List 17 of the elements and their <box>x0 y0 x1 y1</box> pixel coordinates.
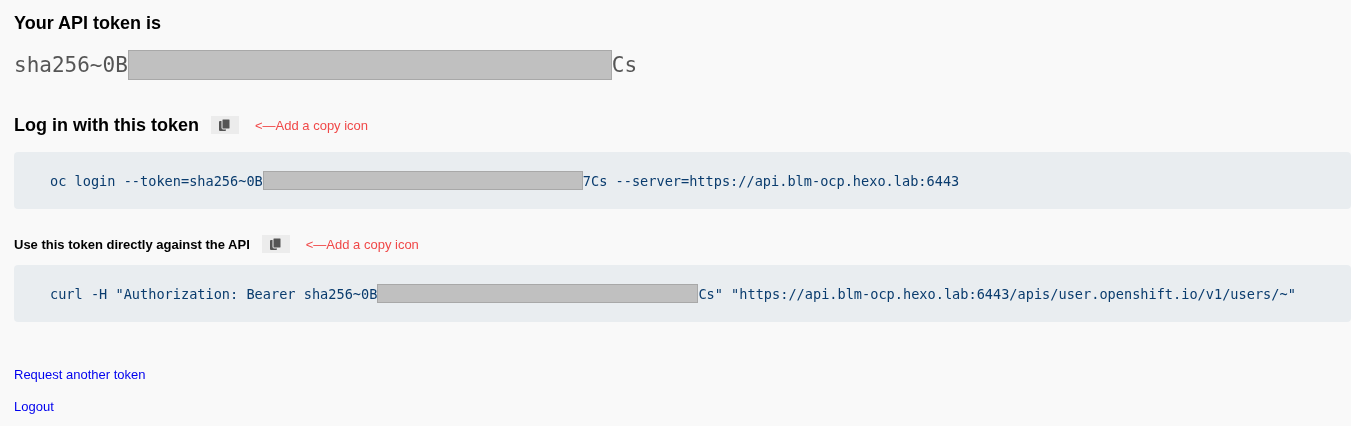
annotation-note: <—Add a copy icon <box>255 117 369 133</box>
page-title: Your API token is <box>14 12 163 35</box>
command-text: 7Cs --server=https://api.blm-ocp.hexo.lab:6443 <box>582 172 960 189</box>
copy-button[interactable] <box>211 116 239 134</box>
command-text: oc login --token=sha256~0B <box>50 172 263 189</box>
text-link[interactable]: Logout <box>14 398 54 415</box>
command-text: curl -H "Authorization: Bearer sha256~0B <box>50 285 378 302</box>
token-text: Cs <box>611 53 638 78</box>
token-text: sha256~0B <box>14 53 128 78</box>
section-heading: Log in with this token <box>14 114 199 136</box>
annotation-note: <—Add a copy icon <box>305 236 419 252</box>
copy-icon <box>270 238 282 250</box>
section-heading: Use this token directly against the API <box>14 236 250 252</box>
command-text: Cs" "https://api.blm-ocp.hexo.lab:6443/apis/user.openshift.io/v1/users/~" <box>698 285 1296 302</box>
text-link[interactable]: Request another token <box>14 366 146 383</box>
copy-icon <box>219 119 231 131</box>
copy-button[interactable] <box>261 235 290 253</box>
